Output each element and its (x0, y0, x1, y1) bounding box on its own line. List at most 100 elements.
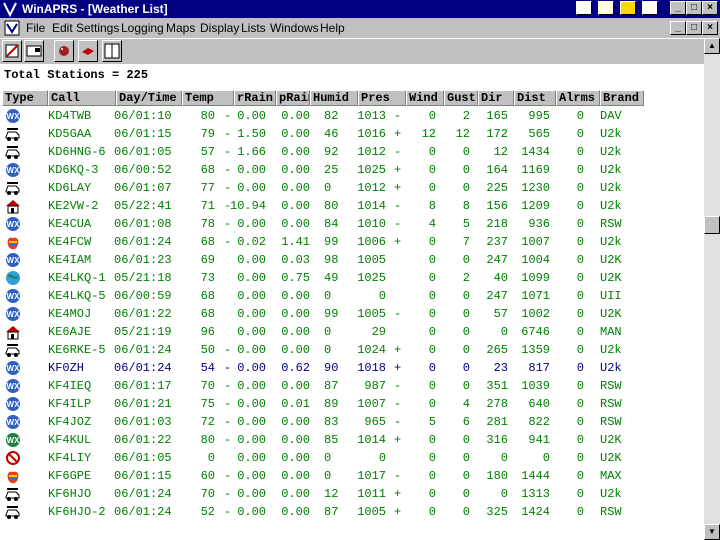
scroll-thumb[interactable] (704, 216, 720, 234)
table-row[interactable]: WX KE4MOJ 06/01:22 68 0.00 0.00 99 1005- 0 0 57 100… (0, 305, 704, 323)
cell-call: KE4FCW (48, 235, 92, 249)
column-header-gust[interactable]: Gust (444, 90, 478, 106)
cell-dist: 822 (528, 415, 550, 429)
cell-call: KE4CUA (48, 217, 92, 231)
menu-lists[interactable]: Lists (241, 21, 266, 35)
cell-dist: 0 (542, 451, 550, 465)
cell-rrain: 0.00 (237, 343, 266, 357)
cell-prain: 0.00 (281, 469, 310, 483)
table-row[interactable]: WX KE4LKQ-5 06/00:59 68 0.00 0.00 0 0 0 0 247 1071 0… (0, 287, 704, 305)
menu-help[interactable]: Help (320, 21, 345, 35)
table-row[interactable]: WX KF0ZH 06/01:24 54-0.00 0.62 90 1018 +0 0 23 817… (0, 359, 704, 377)
table-row[interactable]: KF6HJO 06/01:24 70-0.00 0.00 12 1011 +0 0 0 1313 0… (0, 485, 704, 503)
cell-prain: 0.00 (281, 289, 310, 303)
cell-time: 06/01:15 (114, 469, 172, 483)
tray-icon-3[interactable] (620, 1, 636, 15)
cell-pres: 1016 (357, 127, 386, 141)
table-row[interactable]: KD5GAA 06/01:15 79-1.50 0.00 46 1016 +12 12 172 5… (0, 125, 704, 143)
cell-dir: 165 (486, 109, 508, 123)
cell-prain: 0.00 (281, 163, 310, 177)
column-header-temp[interactable]: Temp (182, 90, 234, 106)
menu-file[interactable]: File (26, 21, 45, 35)
table-row[interactable]: KE6AJE 05/21:19 96 0.00 0.00 0 29 0 0 0 6746 0 MAN (0, 323, 704, 341)
menu-display[interactable]: Display (200, 21, 239, 35)
table-row[interactable]: WX KE4IAM 06/01:23 69 0.00 0.03 98 1005 0 0 247 100… (0, 251, 704, 269)
scroll-up-button[interactable]: ▲ (704, 38, 720, 54)
cell-temp: 52 (200, 505, 215, 519)
cell-call: KD5GAA (48, 127, 92, 141)
table-row[interactable]: WX KD4TWB 06/01:10 80-0.00 0.00 82 1013-0 2 165 9… (0, 107, 704, 125)
cell-gust: 2 (462, 271, 470, 285)
table-row[interactable]: KE4FCW 06/01:24 68-0.02 1.41 99 1006 +0 7 237 100… (0, 233, 704, 251)
column-header-alrms[interactable]: Alrms (556, 90, 600, 106)
column-header-day-time[interactable]: Day/Time (116, 90, 182, 106)
child-close-icon[interactable]: × (702, 21, 718, 35)
column-header-pres[interactable]: Pres (358, 90, 406, 106)
vertical-scrollbar[interactable]: ▲ ▼ (704, 38, 720, 540)
scroll-down-button[interactable]: ▼ (704, 524, 720, 540)
cell-temp: 78 (200, 217, 215, 231)
menu-logging[interactable]: Logging (121, 21, 164, 35)
cell-wind: 0 (428, 235, 436, 249)
tool-bird-button[interactable] (78, 40, 98, 62)
column-header-prain[interactable]: pRain (276, 90, 310, 106)
table-row[interactable]: WX KF4KUL 06/01:22 80-0.00 0.00 85 1014 +0 0 316 9… (0, 431, 704, 449)
cell-call: KF4LIY (48, 451, 92, 465)
cell-wind: 0 (428, 307, 436, 321)
cell-pres: 1025 (357, 163, 386, 177)
menu-windows[interactable]: Windows (270, 21, 319, 35)
tray-icon-2[interactable] (598, 1, 614, 15)
table-row[interactable]: WX KF4ILP 06/01:21 75-0.00 0.01 89 1007-0 4 278 6… (0, 395, 704, 413)
column-header-wind[interactable]: Wind (406, 90, 444, 106)
column-header-rrain[interactable]: rRain (234, 90, 276, 106)
table-row[interactable]: KE4LKQ-1 05/21:18 73 0.00 0.75 49 1025 0 2 40 1099… (0, 269, 704, 287)
cell-time: 05/22:41 (114, 199, 172, 213)
cell-gust: 0 (462, 289, 470, 303)
table-row[interactable]: KD6HNG-6 06/01:05 57-1.66 0.00 92 1012-0 0 12 14… (0, 143, 704, 161)
menu-maps[interactable]: Maps (166, 21, 195, 35)
tray-icon-1[interactable] (576, 1, 592, 15)
column-header-dist[interactable]: Dist (514, 90, 556, 106)
cell-time: 05/21:19 (114, 325, 172, 339)
table-row[interactable]: KF6HJO-2 06/01:24 52-0.00 0.00 87 1005 +0 0 325 1… (0, 503, 704, 521)
tool-panel-button[interactable] (102, 40, 122, 62)
column-header-type[interactable]: Type (2, 90, 48, 106)
tool-hamster-button[interactable] (54, 40, 74, 62)
menu-settings[interactable]: Settings (76, 21, 119, 35)
table-row[interactable]: KD6LAY 06/01:07 77-0.00 0.00 0 1012 +0 0 225 1230… (0, 179, 704, 197)
child-window-icon[interactable] (4, 20, 20, 36)
table-row[interactable]: KF6GPE 06/01:15 60-0.00 0.00 0 1017-0 0 180 1444… (0, 467, 704, 485)
table-row[interactable]: KE6RKE-5 06/01:24 50-0.00 0.00 0 1024 +0 0 265 13… (0, 341, 704, 359)
cell-dist: 1099 (521, 271, 550, 285)
table-row[interactable]: WX KF4IEQ 06/01:17 70-0.00 0.00 87 987-0 0 351 10… (0, 377, 704, 395)
column-header-brand[interactable]: Brand (600, 90, 644, 106)
table-row[interactable]: WX KD6KQ-3 06/00:52 68-0.00 0.00 25 1025 +0 0 164… (0, 161, 704, 179)
tray-icon-4[interactable] (642, 1, 658, 15)
cell-alrms: 0 (576, 487, 584, 501)
wx-icon: WX (6, 379, 20, 393)
cell-wind: 5 (428, 415, 436, 429)
cell-wind: 0 (428, 253, 436, 267)
title-right: _ □ × (576, 0, 720, 18)
minimize-icon[interactable]: _ (670, 1, 686, 15)
child-minimize-icon[interactable]: _ (670, 21, 686, 35)
column-header-call[interactable]: Call (48, 90, 116, 106)
maximize-icon[interactable]: □ (686, 1, 702, 15)
tool-message-button[interactable] (24, 40, 44, 62)
column-header-dir[interactable]: Dir (478, 90, 514, 106)
table-row[interactable]: KE2VW-2 05/22:41 71-10.94 0.00 80 1014-8 8 156 1… (0, 197, 704, 215)
cell-pt: - (394, 199, 402, 213)
column-header-humid[interactable]: Humid (310, 90, 358, 106)
table-row[interactable]: KF4LIY 06/01:05 0 0.00 0.00 0 0 0 0 0 0 0 U2K (0, 449, 704, 467)
cell-wind: 0 (428, 361, 436, 375)
tool-erase-button[interactable] (2, 40, 22, 62)
cell-humid: 0 (324, 289, 332, 303)
table-row[interactable]: WX KF4JOZ 06/01:03 72-0.00 0.00 83 965-5 6 281 82… (0, 413, 704, 431)
cell-alrms: 0 (576, 469, 584, 483)
close-icon[interactable]: × (702, 1, 718, 15)
cell-dist: 565 (528, 127, 550, 141)
child-restore-icon[interactable]: □ (686, 21, 702, 35)
menu-edit[interactable]: Edit (52, 21, 73, 35)
cell-prain: 0.00 (281, 451, 310, 465)
table-row[interactable]: WX KE4CUA 06/01:08 78-0.00 0.00 84 1010-4 5 218 9… (0, 215, 704, 233)
